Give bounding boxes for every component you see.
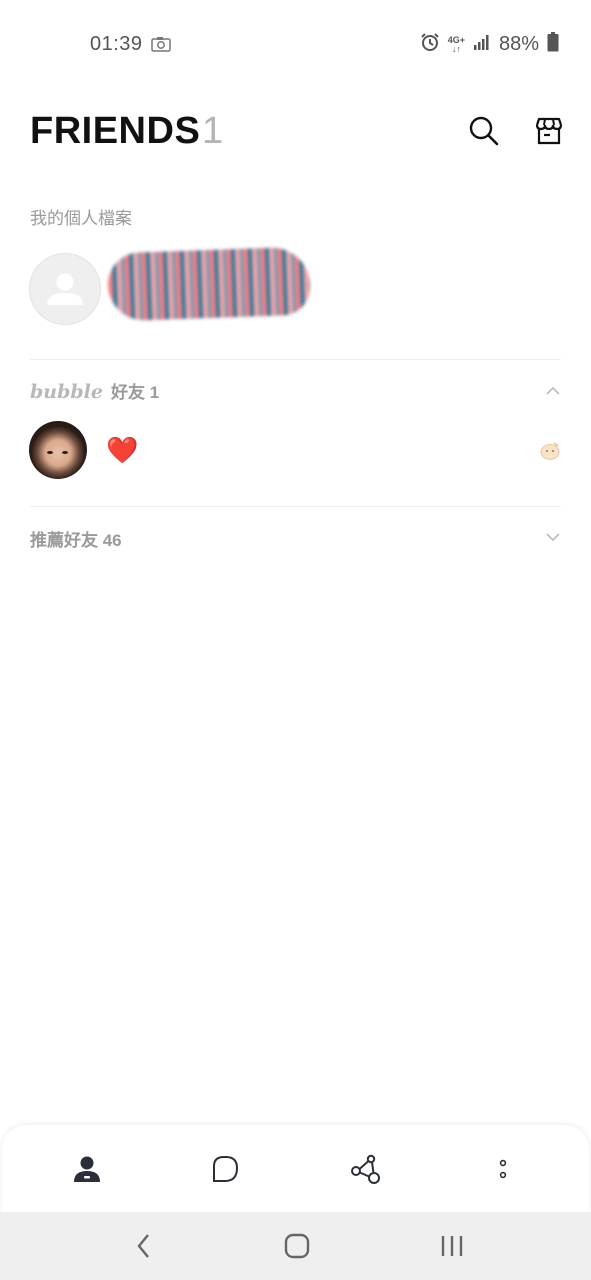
expand-button[interactable]: [545, 529, 561, 545]
system-recents-button[interactable]: [434, 1228, 470, 1264]
data-arrows-icon: ↓↑: [451, 43, 461, 54]
my-profile-label: 我的個人檔案: [30, 209, 132, 228]
more-icon: [499, 1159, 507, 1179]
signal-icon: [473, 33, 491, 56]
network-indicator: 4G+ ↓↑: [448, 35, 465, 54]
status-icons: 4G+ ↓↑ 88%: [420, 32, 559, 57]
friend-status-heart: ❤️: [106, 435, 139, 465]
status-bar: 01:39 4G+ ↓↑ 88%: [0, 0, 591, 90]
bubble-logo: bubble: [30, 381, 103, 403]
screenshot-icon: [151, 36, 171, 57]
chat-icon: [213, 1156, 239, 1182]
system-back-button[interactable]: [126, 1228, 162, 1264]
avatar-eye: [47, 451, 53, 454]
nav-friends-tab[interactable]: [67, 1149, 107, 1189]
system-nav-bar: [0, 1212, 591, 1280]
battery-percent: 88%: [498, 33, 539, 55]
page-title: FRIENDS: [30, 110, 201, 152]
divider: [30, 506, 561, 507]
shop-button[interactable]: [533, 115, 565, 147]
sticker-icon: [539, 441, 561, 461]
nav-chat-tab[interactable]: [205, 1149, 245, 1189]
shop-icon: [535, 117, 563, 145]
battery-icon: [547, 32, 559, 57]
friend-avatar: [29, 421, 87, 479]
nav-share-tab[interactable]: [345, 1149, 385, 1189]
default-avatar-icon: [47, 273, 83, 305]
search-icon: [469, 116, 499, 146]
back-icon: [137, 1234, 149, 1258]
recents-icon: [441, 1236, 463, 1256]
system-home-button[interactable]: [279, 1228, 315, 1264]
collapse-button[interactable]: [545, 383, 561, 399]
status-time: 01:39: [90, 33, 143, 55]
nav-more-tab[interactable]: [483, 1149, 523, 1189]
my-profile-name-redacted[interactable]: [106, 246, 312, 322]
recommended-group-label: 推薦好友 46: [30, 531, 122, 550]
bubble-group-label: 好友 1: [110, 383, 160, 402]
divider: [30, 359, 561, 360]
friend-count: 1: [202, 110, 224, 152]
recommended-group-header[interactable]: 推薦好友 46: [30, 526, 122, 551]
friend-list-item[interactable]: ❤️: [0, 415, 591, 487]
app-screen: 01:39 4G+ ↓↑ 88% FRIENDS 1 我的個人檔案 bubble…: [0, 0, 591, 1280]
avatar-eye: [62, 451, 68, 454]
bottom-nav: [2, 1125, 589, 1213]
share-icon: [351, 1154, 380, 1184]
bubble-group-header[interactable]: bubble 好友 1: [30, 378, 159, 403]
search-button[interactable]: [468, 115, 500, 147]
home-icon: [284, 1233, 310, 1259]
chevron-down-icon: [546, 533, 560, 542]
alarm-icon: [420, 32, 440, 57]
chevron-up-icon: [546, 386, 560, 395]
friends-icon: [74, 1156, 100, 1182]
my-profile-avatar[interactable]: [29, 253, 101, 325]
